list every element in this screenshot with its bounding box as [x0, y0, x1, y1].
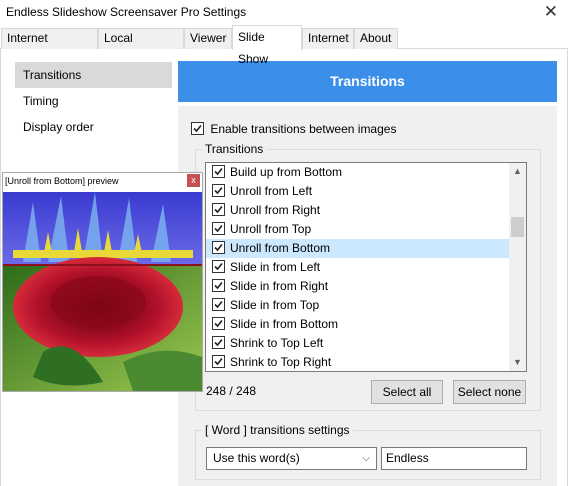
tab-slide-show[interactable]: Slide Show [232, 25, 302, 66]
check-icon[interactable] [212, 203, 225, 217]
close-icon[interactable]: x [187, 174, 200, 187]
preview-title: [Unroll from Bottom] preview [3, 173, 202, 190]
preview-window[interactable]: [Unroll from Bottom] preview x [2, 172, 203, 392]
chevron-up-icon[interactable]: ▲ [509, 163, 526, 180]
list-item-label: Unroll from Bottom [230, 241, 331, 255]
check-icon[interactable] [212, 222, 225, 236]
list-item[interactable]: Build up from Bottom [206, 163, 526, 182]
list-item[interactable]: Shrink to Top Left [206, 334, 526, 353]
sidebar-item-transitions[interactable]: Transitions [15, 62, 172, 88]
list-item[interactable]: Slide in from Left [206, 258, 526, 277]
tab-strip: Internet pictures Local pictures Viewer … [0, 25, 568, 66]
word-input[interactable]: Endless [381, 447, 527, 470]
list-item-label: Slide in from Left [230, 260, 321, 274]
tab-internet[interactable]: Internet [302, 28, 354, 49]
list-item-label: Shrink to Top Left [230, 336, 324, 350]
chevron-down-icon: ⌵ [362, 453, 370, 464]
list-item[interactable]: Unroll from Top [206, 220, 526, 239]
select-none-button[interactable]: Select none [453, 380, 526, 404]
list-item[interactable]: Slide in from Top [206, 296, 526, 315]
list-item[interactable]: Unroll from Left [206, 182, 526, 201]
sidebar-item-timing[interactable]: Timing [15, 88, 172, 114]
preview-image [3, 192, 202, 391]
transitions-list[interactable]: Build up from Bottom Unroll from Left Un… [205, 162, 527, 372]
chevron-down-icon[interactable]: ▼ [509, 354, 526, 371]
sidebar-item-display-order[interactable]: Display order [15, 114, 172, 140]
list-item-selected[interactable]: Unroll from Bottom [206, 239, 526, 258]
list-item-label: Slide in from Right [230, 279, 329, 293]
tab-local-pictures[interactable]: Local pictures [98, 28, 184, 64]
list-item-label: Unroll from Top [230, 222, 312, 236]
check-icon[interactable] [212, 279, 225, 293]
list-item-label: Shrink to Top Right [230, 355, 332, 369]
list-item-label: Unroll from Right [230, 203, 321, 217]
list-scrollbar[interactable]: ▲ ▼ [509, 163, 526, 371]
tab-about[interactable]: About [354, 28, 398, 49]
check-icon[interactable] [212, 241, 225, 255]
list-item-label: Build up from Bottom [230, 165, 343, 179]
tab-viewer[interactable]: Viewer [184, 28, 232, 49]
word-mode-value: Use this word(s) [213, 451, 300, 465]
transition-count: 248 / 248 [206, 384, 257, 398]
list-item[interactable]: Unroll from Right [206, 201, 526, 220]
close-icon[interactable]: ✕ [544, 2, 558, 22]
enable-transitions-checkbox[interactable]: Enable transitions between images [191, 122, 396, 136]
check-icon[interactable] [212, 336, 225, 350]
tab-internet-pictures[interactable]: Internet pictures [1, 28, 98, 64]
check-icon[interactable] [212, 260, 225, 274]
transitions-group-legend: Transitions [202, 142, 267, 156]
check-icon[interactable] [212, 317, 225, 331]
list-item[interactable]: Shrink to Top Right [206, 353, 526, 371]
window-title: Endless Slideshow Screensaver Pro Settin… [6, 5, 247, 19]
check-icon[interactable] [212, 298, 225, 312]
title-bar: Endless Slideshow Screensaver Pro Settin… [0, 0, 568, 26]
check-icon[interactable] [212, 184, 225, 198]
list-item-label: Slide in from Bottom [230, 317, 339, 331]
word-mode-select[interactable]: Use this word(s) ⌵ [206, 447, 377, 470]
check-icon[interactable] [212, 355, 225, 369]
check-icon [191, 122, 204, 136]
list-item-label: Unroll from Left [230, 184, 313, 198]
sidebar-nav: Transitions Timing Display order [15, 62, 172, 140]
scrollbar-thumb[interactable] [511, 217, 524, 237]
list-item[interactable]: Slide in from Right [206, 277, 526, 296]
list-item-label: Slide in from Top [230, 298, 320, 312]
section-header: Transitions [178, 61, 557, 102]
word-settings-legend: [ Word ] transitions settings [202, 423, 353, 437]
list-item[interactable]: Slide in from Bottom [206, 315, 526, 334]
check-icon[interactable] [212, 165, 225, 179]
enable-transitions-label: Enable transitions between images [210, 122, 397, 136]
select-all-button[interactable]: Select all [371, 380, 443, 404]
